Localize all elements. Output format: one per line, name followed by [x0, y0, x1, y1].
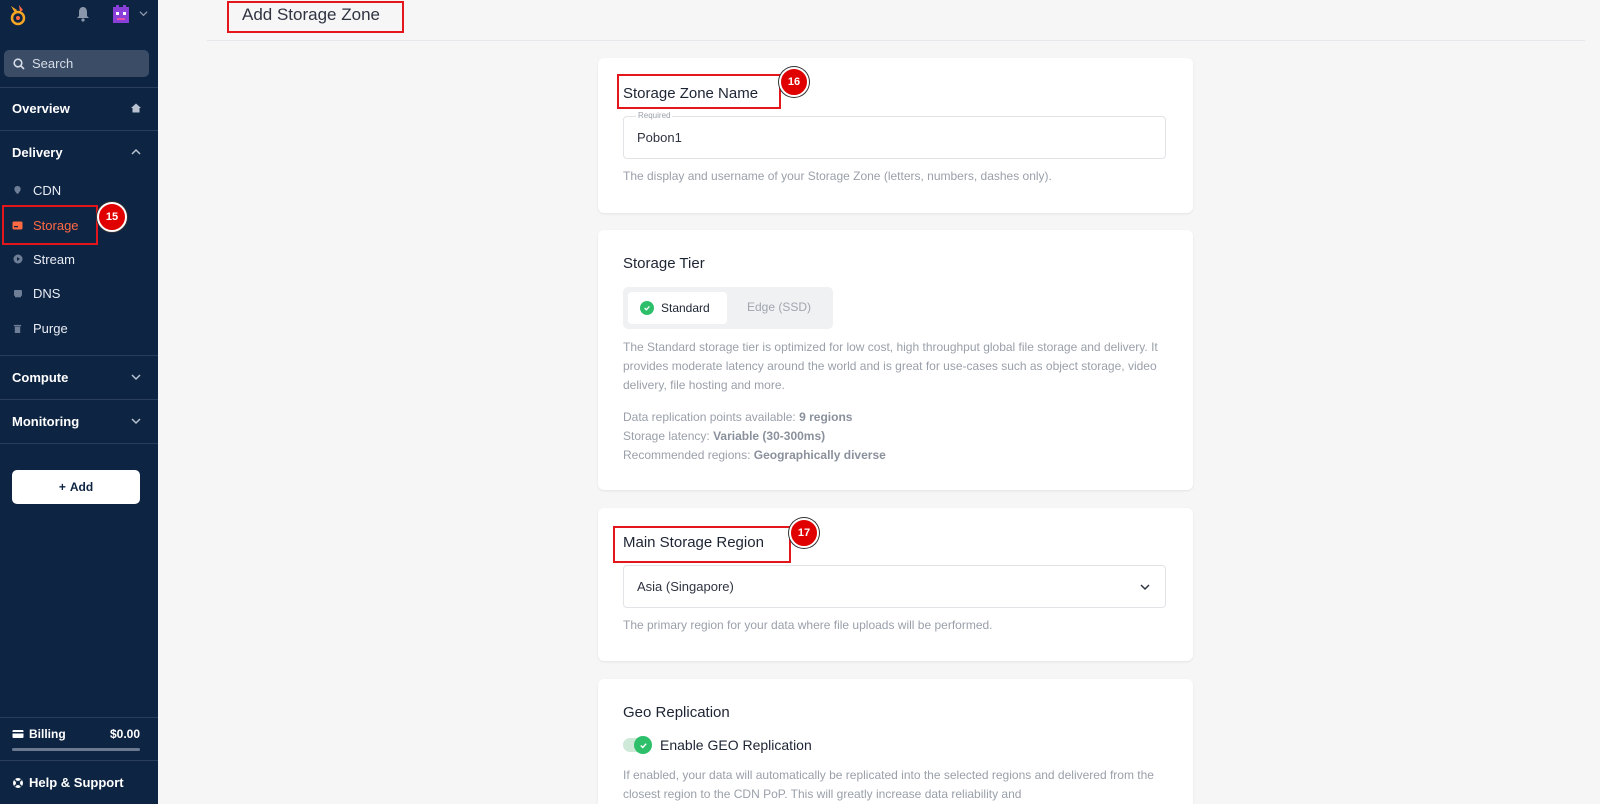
plus-icon: +: [58, 480, 66, 494]
chevron-down-icon[interactable]: [139, 9, 148, 18]
search-input[interactable]: Search: [4, 50, 149, 77]
nav-monitoring-label: Monitoring: [12, 413, 80, 429]
field-label: Required: [636, 111, 673, 120]
title-divider: [207, 40, 1585, 41]
tier-latency-value: Variable (30-300ms): [713, 429, 826, 443]
billing-amount: $0.00: [109, 727, 140, 741]
add-button[interactable]: + Add: [12, 470, 140, 504]
tier-regions-label: Recommended regions:: [623, 448, 754, 462]
sidebar-item-cdn[interactable]: CDN: [12, 180, 132, 200]
divider: [0, 717, 158, 718]
search-icon: [13, 57, 25, 70]
sidebar: Search Overview Delivery CDN Storage Str…: [0, 0, 158, 804]
zone-name-help: The display and username of your Storage…: [623, 169, 1052, 183]
check-icon: [634, 736, 652, 754]
tier-latency: Storage latency: Variable (30-300ms): [623, 427, 1163, 446]
location-pin-icon: [12, 185, 23, 196]
sidebar-item-label: CDN: [33, 182, 62, 198]
chevron-up-icon: [131, 148, 141, 155]
add-button-label: Add: [69, 480, 94, 494]
billing-progress-bar: [12, 748, 140, 751]
divider: [0, 443, 158, 444]
nav-delivery-label: Delivery: [12, 144, 63, 160]
divider: [0, 760, 158, 761]
annotation-box-region: [613, 526, 791, 563]
sidebar-item-stream[interactable]: Stream: [12, 249, 132, 269]
tier-replication: Data replication points available: 9 reg…: [623, 408, 1163, 427]
check-circle-icon: [640, 301, 654, 315]
tier-replication-value: 9 regions: [799, 410, 853, 424]
geo-description: If enabled, your data will automatically…: [623, 768, 1154, 801]
sidebar-topbar: [0, 0, 158, 32]
bell-icon[interactable]: [76, 6, 90, 22]
region-select[interactable]: Asia (Singapore): [623, 565, 1166, 608]
tier-replication-label: Data replication points available:: [623, 410, 800, 424]
storage-tier-title: Storage Tier: [623, 255, 705, 272]
tier-standard-option[interactable]: Standard: [628, 292, 727, 324]
nav-compute[interactable]: Compute: [12, 367, 142, 387]
geo-toggle[interactable]: [623, 736, 652, 754]
nav-overview-label: Overview: [12, 100, 70, 116]
play-icon: [12, 254, 23, 265]
chevron-down-icon: [131, 374, 141, 381]
nav-monitoring[interactable]: Monitoring: [12, 411, 142, 431]
chevron-down-icon: [131, 418, 141, 425]
help-support-link[interactable]: Help & Support: [12, 775, 124, 790]
tier-segmented-control: Standard Edge (SSD): [623, 287, 833, 329]
region-selected-value: Asia (Singapore): [637, 579, 734, 594]
search-placeholder: Search: [32, 56, 74, 71]
sidebar-item-label: DNS: [33, 285, 61, 301]
nav-delivery[interactable]: Delivery: [12, 142, 142, 162]
tier-regions-value: Geographically diverse: [753, 448, 886, 462]
help-label: Help & Support: [29, 775, 124, 790]
region-help: The primary region for your data where f…: [623, 618, 993, 632]
storage-tier-card: Storage Tier Standard Edge (SSD) The Sta…: [598, 230, 1193, 490]
lifebuoy-icon: [13, 777, 23, 788]
sidebar-item-purge[interactable]: Purge: [12, 318, 132, 338]
geo-toggle-label: Enable GEO Replication: [660, 737, 812, 753]
nav-compute-label: Compute: [12, 369, 69, 385]
zone-name-value: Pobon1: [637, 130, 682, 145]
annotation-box-zone-name: [617, 74, 781, 109]
annotation-marker: 17: [789, 518, 819, 548]
trash-icon: [12, 323, 23, 334]
divider: [0, 130, 158, 131]
tier-edge-option[interactable]: Edge (SSD): [747, 300, 811, 314]
bunny-logo-icon[interactable]: [8, 4, 28, 26]
tier-regions: Recommended regions: Geographically dive…: [623, 446, 1163, 465]
sidebar-item-label: Stream: [33, 251, 75, 267]
geo-title: Geo Replication: [623, 704, 730, 721]
billing-row[interactable]: Billing $0.00: [12, 727, 140, 741]
divider: [0, 399, 158, 400]
annotation-marker: 16: [779, 67, 809, 97]
tier-description: The Standard storage tier is optimized f…: [623, 340, 1158, 392]
sidebar-item-label: Purge: [33, 320, 68, 336]
annotation-marker: 15: [97, 202, 127, 232]
billing-label: Billing: [29, 727, 66, 741]
home-icon: [131, 103, 141, 113]
divider: [0, 87, 158, 88]
dns-icon: [12, 288, 23, 299]
geo-card: Geo Replication Enable GEO Replication I…: [598, 679, 1193, 804]
zone-name-field[interactable]: Required Pobon1: [623, 111, 1166, 159]
tier-standard-label: Standard: [661, 301, 710, 315]
sidebar-item-dns[interactable]: DNS: [12, 283, 132, 303]
page-title: Add Storage Zone: [242, 5, 380, 24]
tier-latency-label: Storage latency:: [623, 429, 714, 443]
nav-overview[interactable]: Overview: [12, 98, 142, 118]
annotation-box-storage: [2, 205, 98, 245]
avatar-icon[interactable]: [110, 4, 132, 26]
divider: [0, 355, 158, 356]
credit-card-icon: [12, 730, 24, 738]
chevron-down-icon: [1140, 584, 1150, 591]
